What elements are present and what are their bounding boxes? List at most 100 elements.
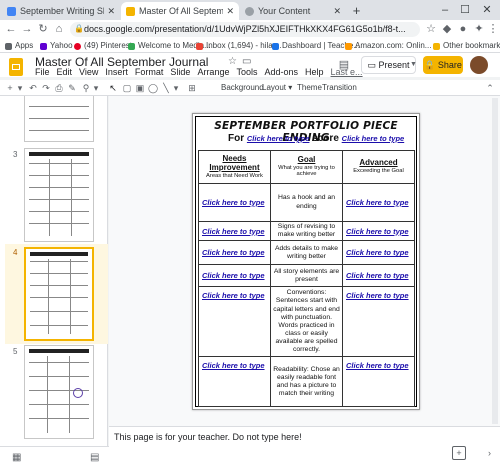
extension-icon[interactable]: ◆ (440, 22, 454, 36)
forward-arrow-icon[interactable]: → (20, 22, 34, 36)
slide-thumbnail-4[interactable] (24, 247, 94, 341)
menu-addons[interactable]: Add-ons (264, 67, 298, 79)
pinterest-icon (74, 42, 81, 50)
minimize-button[interactable]: – (436, 2, 454, 18)
thumb-line (29, 418, 89, 419)
thumb-line (29, 187, 89, 188)
close-tab-icon[interactable]: ✕ (107, 6, 115, 17)
zoom-dropdown-icon[interactable]: ▾ (92, 81, 100, 95)
goal-cell: Signs of revising to make writing better (270, 220, 343, 242)
canvas-scrollbar[interactable] (492, 98, 498, 424)
filmstrip-view-icon[interactable]: ▤ (90, 452, 99, 463)
menu-edit[interactable]: Edit (57, 67, 73, 79)
back-arrow-icon[interactable]: ← (4, 22, 18, 36)
background-button[interactable]: Background (221, 81, 264, 95)
collapse-toolbar-icon[interactable]: ⌃ (484, 81, 496, 95)
paint-format-icon[interactable]: ✎ (66, 81, 78, 95)
needs-improvement-cell[interactable]: Click here to type (198, 286, 271, 358)
score-input-link[interactable]: Click here to type (342, 134, 405, 143)
line-dropdown-icon[interactable]: ▾ (172, 81, 180, 95)
menu-file[interactable]: File (35, 67, 50, 79)
menu-view[interactable]: View (79, 67, 98, 79)
browser-tab-0[interactable]: September Writing Skills Journal ✕ (2, 2, 120, 20)
shape-icon[interactable]: ◯ (147, 81, 159, 95)
slide-thumbnail-5[interactable] (24, 345, 94, 439)
needs-improvement-cell[interactable]: Click here to type (198, 264, 271, 288)
bookmark-amazon[interactable]: Amazon.com: Onlin... (345, 40, 431, 52)
thumb-title (30, 252, 88, 256)
new-slide-icon[interactable]: + (4, 81, 16, 95)
slide-thumbnail-2[interactable] (24, 96, 94, 142)
needs-improvement-cell[interactable]: Click here to type (198, 240, 271, 266)
thumb-col (49, 159, 50, 236)
bookmark-yahoo[interactable]: Yahoo (40, 40, 73, 52)
bookmark-inbox[interactable]: Inbox (1,694) - hilar... (196, 40, 282, 52)
advanced-cell[interactable]: Click here to type (342, 356, 415, 408)
comments-icon[interactable]: ▤ (337, 58, 351, 72)
undo-icon[interactable]: ↶ (27, 81, 39, 95)
bookmark-other[interactable]: Other bookmarks (433, 40, 500, 52)
menu-help[interactable]: Help (305, 67, 324, 79)
transition-button[interactable]: Transition (322, 81, 357, 95)
browser-menu-icon[interactable]: ⋮ (486, 22, 500, 36)
home-icon[interactable]: ⌂ (52, 22, 66, 36)
menu-insert[interactable]: Insert (105, 67, 128, 79)
needs-improvement-header: Needs Improvement Areas that Need Work (198, 150, 271, 184)
select-cursor-icon[interactable]: ↖ (107, 81, 119, 95)
menu-tools[interactable]: Tools (236, 67, 257, 79)
side-panel-toggle-icon[interactable]: › (488, 448, 491, 458)
close-window-button[interactable]: ✕ (478, 2, 496, 18)
speaker-notes-text[interactable]: This page is for your teacher. Do not ty… (114, 432, 302, 442)
move-folder-icon[interactable]: ▭ (242, 56, 251, 67)
slides-logo-icon[interactable] (9, 58, 23, 76)
thumb-line (30, 311, 88, 312)
needs-improvement-cell[interactable]: Click here to type (198, 183, 271, 222)
add-comment-icon[interactable]: ⊞ (186, 81, 198, 95)
present-dropdown-icon[interactable]: ▼ (410, 56, 419, 74)
advanced-cell[interactable]: Click here to type (342, 220, 415, 242)
bookmark-pinterest[interactable]: (49) Pinterest (74, 40, 132, 52)
address-bar[interactable]: docs.google.com/presentation/d/1UdvWjPZl… (70, 22, 420, 37)
reload-icon[interactable]: ↻ (36, 22, 50, 36)
extensions-puzzle-icon[interactable]: ✦ (472, 22, 486, 36)
zoom-icon[interactable]: ⚲ (80, 81, 92, 95)
redo-icon[interactable]: ↷ (40, 81, 52, 95)
new-tab-button[interactable]: + (349, 3, 364, 18)
needs-improvement-cell[interactable]: Click here to type (198, 220, 271, 242)
close-tab-icon[interactable]: ✕ (333, 6, 341, 17)
line-icon[interactable]: ╲ (160, 81, 172, 95)
explore-icon[interactable]: + (452, 446, 466, 460)
needs-improvement-cell[interactable]: Click here to type (198, 356, 271, 408)
image-icon[interactable]: ▣ (134, 81, 146, 95)
docs-favicon-icon (7, 6, 16, 16)
slide-thumbnail-3[interactable] (24, 148, 94, 242)
star-icon[interactable]: ☆ (228, 56, 237, 67)
avatar[interactable] (470, 56, 488, 74)
text-box-icon[interactable]: ▢ (121, 81, 133, 95)
new-slide-dropdown-icon[interactable]: ▾ (16, 81, 24, 95)
menu-format[interactable]: Format (135, 67, 164, 79)
share-button[interactable]: 🔒 Share (423, 56, 463, 74)
maximize-button[interactable]: ☐ (456, 2, 474, 18)
print-icon[interactable]: ⎙ (53, 81, 65, 95)
menu-slide[interactable]: Slide (170, 67, 190, 79)
advanced-cell[interactable]: Click here to type (342, 240, 415, 266)
present-button[interactable]: ▭ Present (361, 56, 416, 74)
name-input-link[interactable]: Click here to type (247, 134, 310, 143)
layout-label: Layout (262, 83, 287, 92)
advanced-cell[interactable]: Click here to type (342, 264, 415, 288)
grid-view-icon[interactable]: ▦ (12, 452, 21, 463)
menu-arrange[interactable]: Arrange (197, 67, 229, 79)
browser-tab-1[interactable]: Master Of All September Journa ✕ (121, 2, 239, 20)
close-tab-icon[interactable]: ✕ (226, 6, 234, 17)
bookmark-star-icon[interactable]: ☆ (424, 22, 438, 36)
bookmark-apps[interactable]: Apps (5, 40, 33, 52)
theme-button[interactable]: Theme (297, 81, 322, 95)
slide-number-5: 5 (13, 347, 18, 356)
rubric-row: Click here to type Readability: Chose an… (198, 356, 415, 408)
profile-icon[interactable]: ● (456, 22, 470, 36)
advanced-cell[interactable]: Click here to type (342, 183, 415, 222)
layout-button[interactable]: Layout ▾ (262, 81, 292, 95)
browser-tab-2[interactable]: Your Content ✕ (240, 2, 346, 20)
advanced-cell[interactable]: Click here to type (342, 286, 415, 358)
